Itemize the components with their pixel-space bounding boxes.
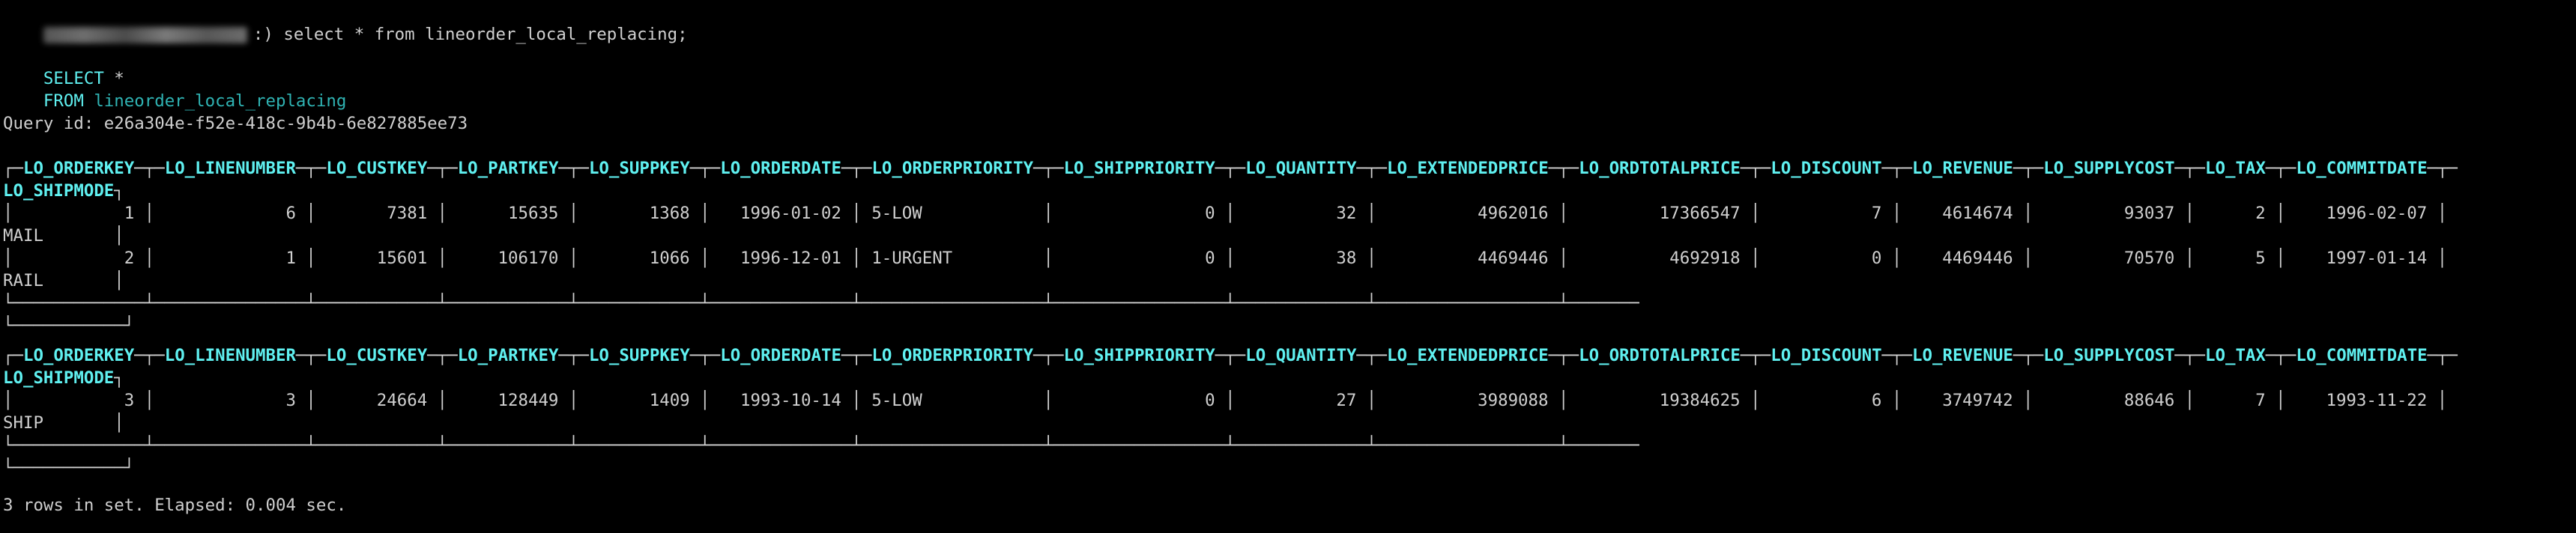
column-header: LO_REVENUE — [1912, 159, 2013, 178]
table-bottom-border: └─────────────┴───────────────┴─────────… — [3, 436, 1639, 455]
column-header: LO_LINENUMBER — [164, 346, 296, 365]
column-header: LO_ORDERPRIORITY — [871, 159, 1034, 178]
query-select-line: SELECT * — [3, 45, 124, 88]
column-header: LO_ORDERDATE — [720, 159, 841, 178]
column-header: LO_QUANTITY — [1245, 159, 1357, 178]
prompt-suffix: :) — [253, 25, 284, 44]
column-header: LO_CUSTKEY — [326, 346, 428, 365]
table-row: │ 3 │ 3 │ 24664 │ 128449 │ 1409 │ 1993-1… — [3, 391, 2458, 410]
prompt-line: :) select * from lineorder_local_replaci… — [3, 1, 688, 44]
column-header: LO_PARTKEY — [457, 159, 559, 178]
column-header: LO_REVENUE — [1912, 346, 2013, 365]
table-bottom-border: └─────────────┴───────────────┴─────────… — [3, 293, 1639, 313]
column-header: LO_EXTENDEDPRICE — [1387, 159, 1549, 178]
table-row: │ 2 │ 1 │ 15601 │ 106170 │ 1066 │ 1996-1… — [3, 249, 2458, 268]
table-row-wrap: RAIL │ — [3, 271, 124, 290]
column-header-continued: LO_SHIPMODE — [3, 181, 115, 201]
column-header-continued: LO_SHIPMODE — [3, 368, 115, 388]
column-header: LO_SUPPKEY — [588, 346, 690, 365]
column-header: LO_ORDERDATE — [720, 346, 841, 365]
terminal-window[interactable]: :) select * from lineorder_local_replaci… — [0, 0, 2576, 533]
column-header: LO_ORDTOTALPRICE — [1579, 346, 1741, 365]
column-header: LO_COMMITDATE — [2296, 159, 2428, 178]
table-header-wrap: LO_SHIPMODE┐ — [3, 181, 124, 201]
table-bottom-wrap: └───────────┘ — [3, 316, 135, 335]
column-header: LO_DISCOUNT — [1771, 346, 1882, 365]
column-header: LO_COMMITDATE — [2296, 346, 2428, 365]
column-header: LO_DISCOUNT — [1771, 159, 1882, 178]
column-header: LO_ORDTOTALPRICE — [1579, 159, 1741, 178]
column-header: LO_TAX — [2205, 346, 2266, 365]
table-row-wrap: SHIP │ — [3, 413, 124, 433]
column-header: LO_PARTKEY — [457, 346, 559, 365]
redacted-hostname — [43, 26, 247, 43]
table-bottom-wrap: └───────────┘ — [3, 458, 135, 478]
column-header: LO_LINENUMBER — [164, 159, 296, 178]
column-header: LO_SHIPPRIORITY — [1063, 346, 1215, 365]
column-header: LO_QUANTITY — [1245, 346, 1357, 365]
table-header-row: ┌─LO_ORDERKEY─┬─LO_LINENUMBER─┬─LO_CUSTK… — [3, 159, 2458, 178]
table-header-wrap: LO_SHIPMODE┐ — [3, 368, 124, 388]
column-header: LO_CUSTKEY — [326, 159, 428, 178]
column-header: LO_ORDERKEY — [22, 159, 135, 178]
table-header-row: ┌─LO_ORDERKEY─┬─LO_LINENUMBER─┬─LO_CUSTK… — [3, 346, 2458, 365]
column-header: LO_TAX — [2205, 159, 2266, 178]
column-header: LO_SHIPPRIORITY — [1063, 159, 1215, 178]
query-from-line: FROM lineorder_local_replacing — [3, 67, 346, 111]
query-id-line: Query id: e26a304e-f52e-418c-9b4b-6e8278… — [3, 114, 468, 133]
table-name: lineorder_local_replacing — [94, 91, 347, 111]
column-header: LO_SUPPLYCOST — [2043, 159, 2175, 178]
column-header: LO_EXTENDEDPRICE — [1387, 346, 1549, 365]
column-header: LO_SUPPLYCOST — [2043, 346, 2175, 365]
command-text: select * from lineorder_local_replacing; — [283, 25, 688, 44]
table-row-wrap: MAIL │ — [3, 226, 124, 246]
column-header: LO_ORDERKEY — [22, 346, 135, 365]
table-row: │ 1 │ 6 │ 7381 │ 15635 │ 1368 │ 1996-01-… — [3, 204, 2458, 223]
column-header: LO_SUPPKEY — [588, 159, 690, 178]
from-keyword: FROM — [43, 91, 84, 111]
column-header: LO_ORDERPRIORITY — [871, 346, 1034, 365]
footer-status: 3 rows in set. Elapsed: 0.004 sec. — [3, 496, 347, 515]
